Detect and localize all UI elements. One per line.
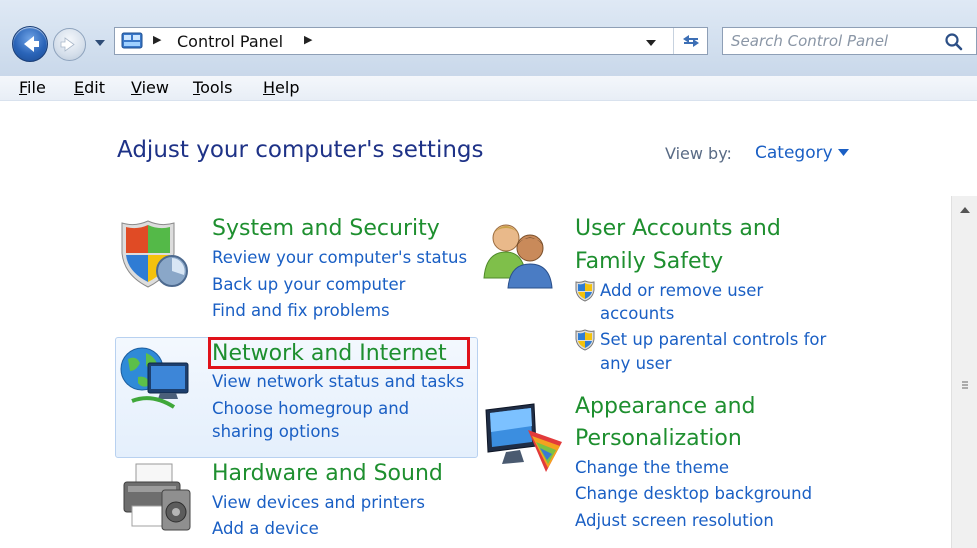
- link-find-fix[interactable]: Find and fix problems: [212, 299, 390, 322]
- view-by-label: View by:: [665, 144, 732, 163]
- scroll-thumb-grip-icon[interactable]: [957, 378, 973, 392]
- address-dropdown-icon[interactable]: [646, 39, 656, 47]
- recent-pages-dropdown[interactable]: [94, 38, 106, 48]
- back-arrow-icon: [24, 36, 39, 52]
- link-back-up[interactable]: Back up your computer: [212, 273, 405, 296]
- breadcrumb-separator[interactable]: ▶: [304, 33, 312, 46]
- forward-arrow-icon: [60, 37, 75, 52]
- category-user-accounts-line2[interactable]: Family Safety: [575, 247, 723, 277]
- search-input[interactable]: [731, 31, 931, 51]
- link-parental-controls[interactable]: Set up parental controls for: [600, 328, 826, 351]
- menu-help[interactable]: Help: [263, 78, 299, 97]
- link-review-status[interactable]: Review your computer's status: [212, 246, 467, 269]
- link-screen-resolution[interactable]: Adjust screen resolution: [575, 509, 774, 532]
- scroll-up-icon[interactable]: [960, 206, 970, 213]
- refresh-icon: [683, 35, 699, 47]
- refresh-button[interactable]: [673, 28, 708, 54]
- menu-view[interactable]: View: [131, 78, 169, 97]
- link-add-remove-user[interactable]: Add or remove user: [600, 279, 763, 302]
- category-user-accounts[interactable]: User Accounts and: [575, 214, 781, 244]
- menu-edit[interactable]: Edit: [74, 78, 105, 97]
- category-hardware-sound[interactable]: Hardware and Sound: [212, 459, 443, 489]
- link-change-theme[interactable]: Change the theme: [575, 456, 729, 479]
- address-bar[interactable]: ▶ Control Panel ▶: [114, 27, 708, 55]
- control-panel-icon: [121, 32, 143, 49]
- link-desktop-background[interactable]: Change desktop background: [575, 482, 812, 505]
- system-security-shield-icon[interactable]: [118, 217, 194, 293]
- hardware-printer-icon[interactable]: [118, 462, 194, 534]
- chevron-down-icon[interactable]: [838, 149, 849, 156]
- back-button[interactable]: [12, 26, 48, 62]
- category-system-security[interactable]: System and Security: [212, 214, 440, 244]
- vertical-scrollbar[interactable]: [951, 196, 977, 548]
- forward-button[interactable]: [53, 28, 86, 61]
- user-accounts-icon[interactable]: [480, 218, 560, 290]
- link-parental-controls-line2[interactable]: any user: [600, 352, 672, 375]
- menu-file[interactable]: File: [19, 78, 46, 97]
- menu-tools[interactable]: Tools: [193, 78, 232, 97]
- link-add-remove-user-line2[interactable]: accounts: [600, 302, 674, 325]
- menu-bar: File Edit View Tools Help: [0, 76, 977, 101]
- page-title: Adjust your computer's settings: [117, 137, 484, 163]
- link-devices-printers[interactable]: View devices and printers: [212, 491, 425, 514]
- uac-shield-icon: [575, 280, 595, 302]
- search-box[interactable]: [722, 27, 977, 55]
- category-appearance[interactable]: Appearance and: [575, 392, 755, 422]
- appearance-monitor-icon[interactable]: [480, 402, 564, 474]
- link-homegroup[interactable]: Choose homegroup and: [212, 397, 409, 420]
- link-network-status[interactable]: View network status and tasks: [212, 370, 464, 393]
- search-icon[interactable]: [944, 32, 964, 52]
- link-sharing-options[interactable]: sharing options: [212, 420, 339, 443]
- navigation-toolbar: ▶ Control Panel ▶: [0, 0, 977, 76]
- link-add-device[interactable]: Add a device: [212, 517, 319, 540]
- uac-shield-icon: [575, 329, 595, 351]
- breadcrumb-control-panel[interactable]: Control Panel: [177, 32, 283, 51]
- category-appearance-line2[interactable]: Personalization: [575, 424, 742, 454]
- highlight-annotation-box: [208, 337, 470, 369]
- view-by-dropdown[interactable]: Category: [755, 143, 833, 163]
- breadcrumb-separator[interactable]: ▶: [153, 33, 161, 46]
- network-globe-icon[interactable]: [118, 345, 194, 415]
